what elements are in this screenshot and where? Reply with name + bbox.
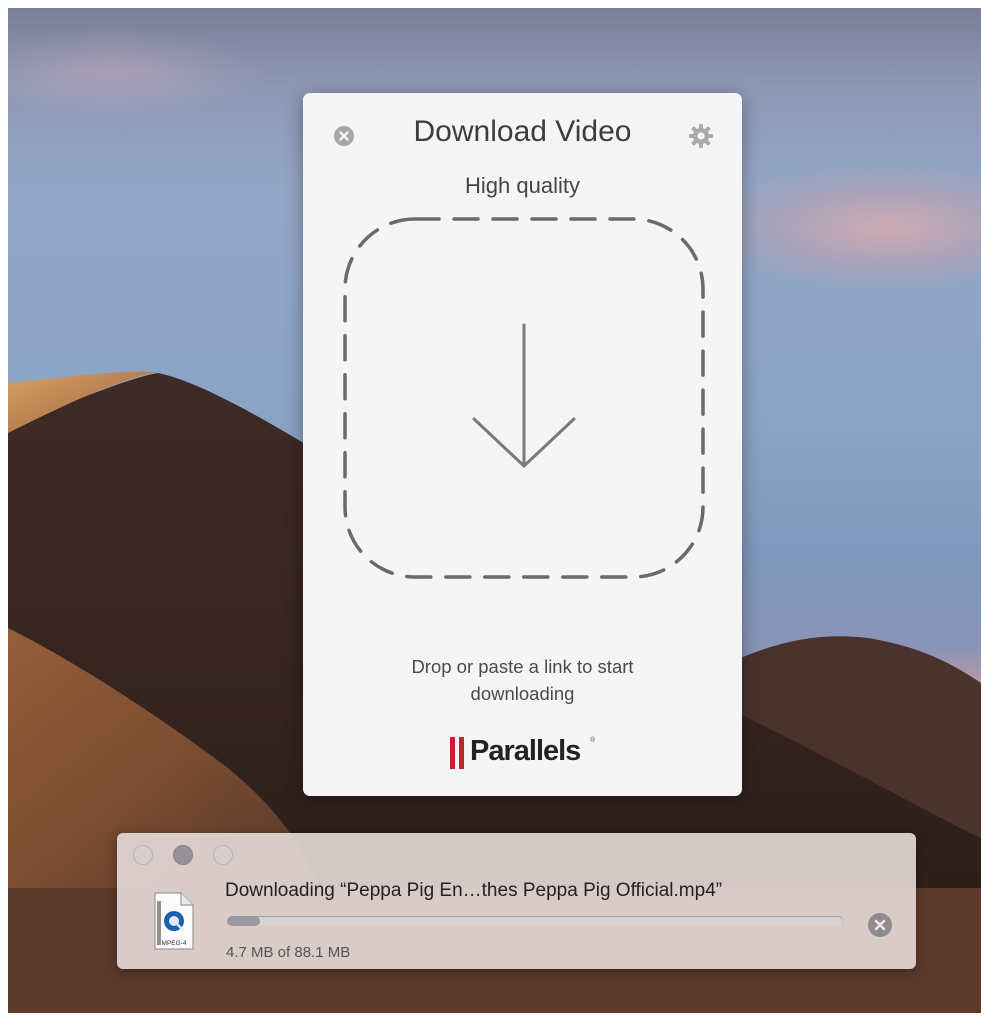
- download-size: 4.7 MB of 88.1 MB: [226, 944, 351, 961]
- download-title: Downloading “Peppa Pig En…thes Peppa Pig…: [225, 880, 723, 901]
- panel-title: Download Video: [413, 115, 632, 148]
- download-video-panel: Download Video High quality Drop or past…: [303, 93, 742, 796]
- window-minimize-button[interactable]: [173, 845, 193, 865]
- registered-mark: ®: [590, 737, 596, 744]
- file-type-label: MPEG-4: [162, 940, 187, 947]
- window-zoom-button[interactable]: [213, 845, 233, 865]
- window-close-button[interactable]: [133, 845, 153, 865]
- link-drop-zone[interactable]: [339, 213, 709, 583]
- video-file-icon: MPEG-4: [149, 891, 197, 953]
- parallels-bars-icon: [450, 737, 464, 769]
- parallels-logo: Parallels ®: [449, 735, 599, 771]
- download-progress-bar: [227, 916, 843, 926]
- download-arrow-icon: [472, 323, 576, 468]
- cancel-icon[interactable]: [868, 913, 892, 937]
- download-progress-fill: [227, 916, 260, 926]
- download-progress-window: MPEG-4 Downloading “Peppa Pig En…thes Pe…: [117, 833, 916, 969]
- brand-name: Parallels: [470, 735, 581, 767]
- gear-icon[interactable]: [688, 123, 714, 149]
- drop-hint-text: Drop or paste a link to start downloadin…: [411, 656, 634, 704]
- quality-label: High quality: [465, 173, 580, 198]
